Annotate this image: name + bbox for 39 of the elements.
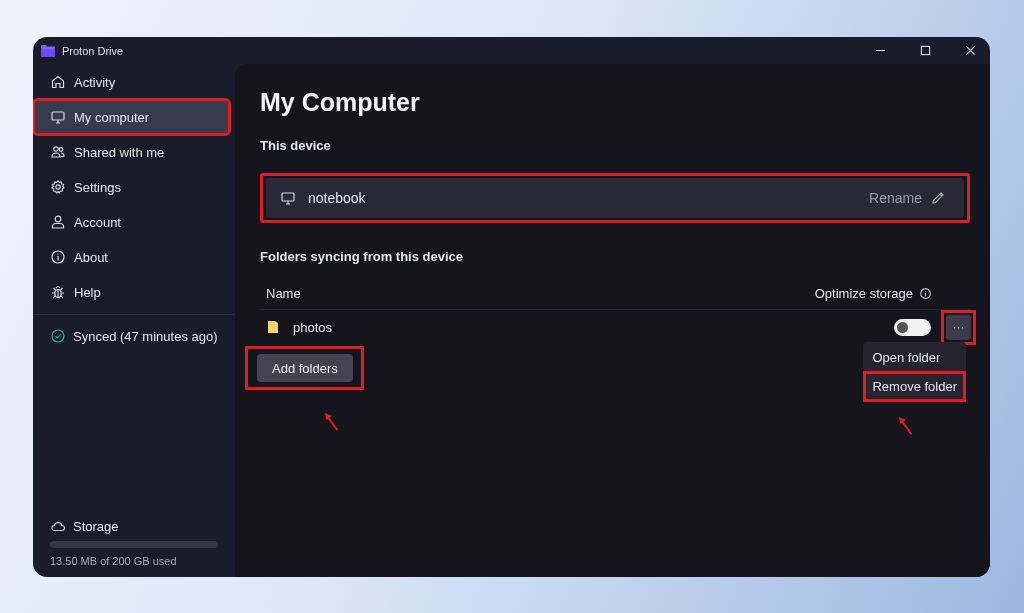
monitor-icon (280, 190, 296, 206)
settings-icon (50, 179, 66, 195)
folder-logo-icon (41, 44, 55, 57)
sidebar-item[interactable]: Shared with me (35, 136, 228, 168)
page-title: My Computer (260, 88, 421, 117)
optimize-toggle[interactable] (894, 318, 931, 336)
storage-usage: 13.50 MB of 200 GB used (50, 555, 178, 567)
people-icon (50, 144, 66, 160)
check-circle-icon (50, 328, 66, 344)
column-header: Name (266, 286, 301, 301)
sidebar-item[interactable]: Settings (35, 171, 228, 203)
maximize-icon[interactable] (920, 45, 931, 56)
window-title: Proton Drive (62, 44, 124, 57)
close-icon[interactable] (965, 45, 976, 56)
info-icon[interactable] (919, 287, 932, 300)
menu-item[interactable]: Open folder (866, 345, 963, 370)
more-button[interactable]: ··· (946, 314, 971, 340)
sidebar-item[interactable]: Account (35, 206, 228, 238)
storage-label: Storage (73, 518, 119, 534)
menu-item[interactable]: Remove folder (866, 374, 963, 399)
rename-button[interactable]: Rename (869, 190, 946, 206)
add-folders-button[interactable]: Add folders (257, 354, 353, 382)
folder-icon (267, 320, 279, 334)
bug-icon (50, 284, 66, 300)
sidebar-item[interactable]: Help (35, 276, 228, 308)
sync-status: Synced (47 minutes ago) (73, 328, 218, 344)
sidebar-item[interactable]: Activity (35, 66, 228, 98)
person-icon (50, 214, 66, 230)
section-heading: Folders syncing from this device (260, 249, 464, 264)
sidebar-item[interactable]: My computer (35, 101, 228, 133)
home-icon (50, 74, 66, 90)
pencil-icon (930, 190, 946, 206)
sidebar-item[interactable]: About (35, 241, 228, 273)
monitor-icon (50, 109, 66, 125)
section-heading: This device (260, 138, 332, 153)
info-icon (50, 249, 66, 265)
device-name: notebook (308, 190, 366, 206)
column-header: Optimize storage (814, 286, 913, 301)
folder-name: photos (293, 319, 333, 335)
